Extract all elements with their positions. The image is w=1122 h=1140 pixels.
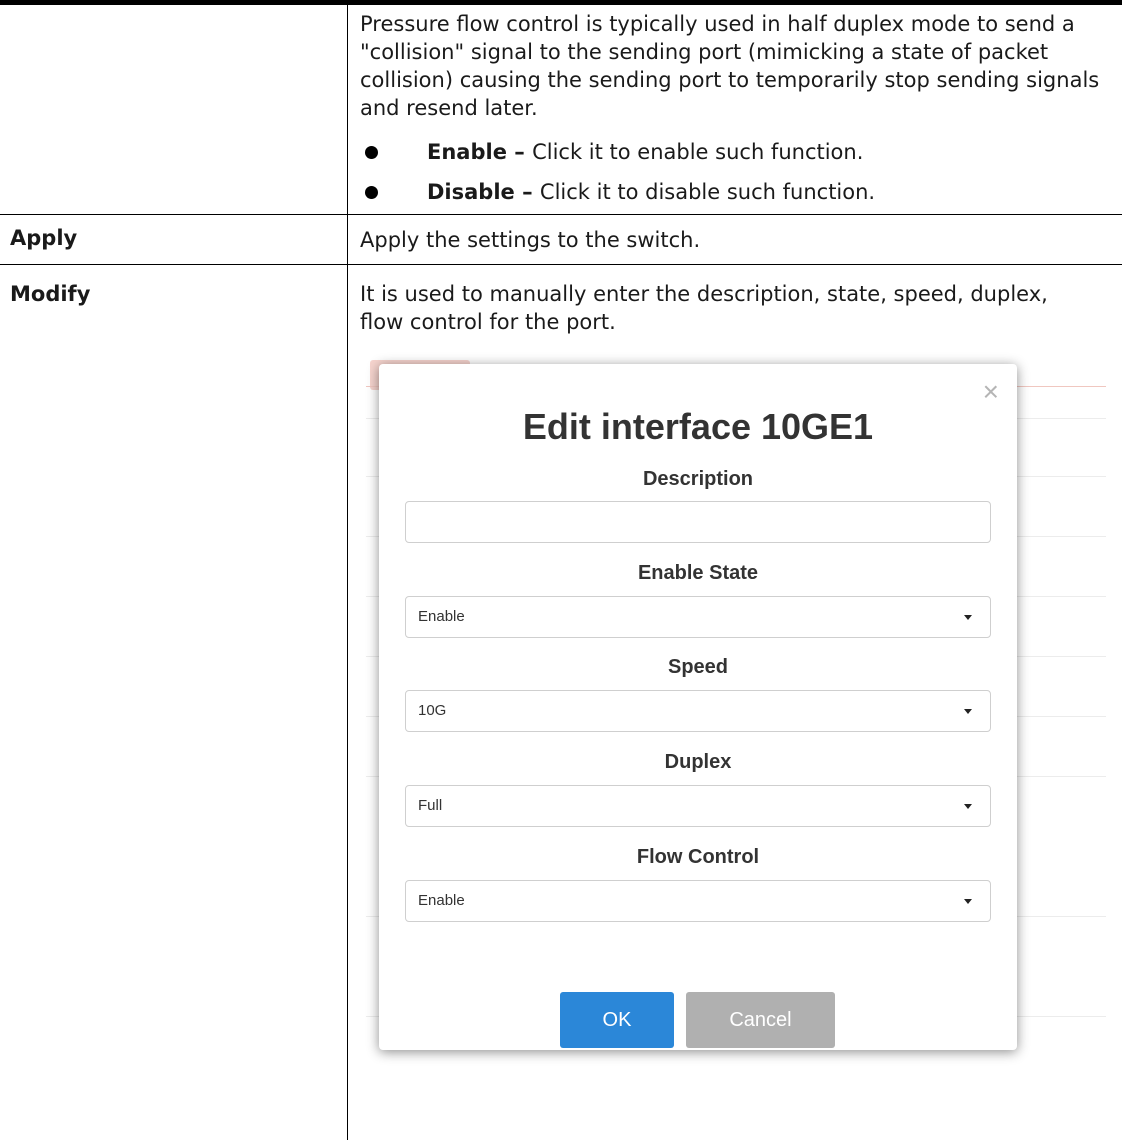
row-divider [0, 264, 1122, 265]
list-item: Disable – Click it to disable such funct… [360, 172, 875, 212]
duplex-value: Full [418, 797, 443, 814]
duplex-select[interactable]: Full [405, 785, 991, 827]
edit-interface-dialog: × Edit interface 10GE1 Description Enabl… [379, 364, 1017, 1050]
chevron-down-icon [964, 615, 972, 620]
option-list: Enable – Click it to enable such functio… [360, 132, 875, 212]
close-icon[interactable]: × [983, 378, 999, 406]
speed-select[interactable]: 10G [405, 690, 991, 732]
flow-control-value: Enable [418, 892, 465, 909]
apply-description: Apply the settings to the switch. [360, 228, 701, 252]
chevron-down-icon [964, 709, 972, 714]
chevron-down-icon [964, 899, 972, 904]
duplex-label: Duplex [664, 751, 732, 773]
flow-control-label: Flow Control [636, 846, 760, 868]
speed-value: 10G [418, 702, 447, 719]
speed-label: Speed [667, 656, 729, 678]
enable-state-select[interactable]: Enable [405, 596, 991, 638]
bullet-icon [365, 186, 378, 199]
cancel-button[interactable]: Cancel [686, 992, 835, 1048]
list-item: Enable – Click it to enable such functio… [360, 132, 875, 172]
option-separator: – [514, 180, 540, 204]
option-term: Disable [427, 180, 515, 204]
flow-control-select[interactable]: Enable [405, 880, 991, 922]
enable-state-value: Enable [418, 608, 465, 625]
pressure-description: Pressure flow control is typically used … [360, 12, 1100, 120]
row-divider [0, 214, 1122, 215]
option-text: Click it to disable such function. [539, 180, 876, 204]
ok-button[interactable]: OK [560, 992, 674, 1048]
option-term: Enable [427, 140, 507, 164]
modify-description: It is used to manually enter the descrip… [360, 282, 1048, 334]
description-label: Description [642, 468, 754, 490]
description-input[interactable] [405, 501, 991, 543]
table-column-divider [347, 0, 348, 1140]
option-text: Click it to enable such function. [532, 140, 864, 164]
option-separator: – [506, 140, 533, 164]
modify-label: Modify [10, 282, 91, 306]
enable-state-label: Enable State [637, 562, 759, 584]
dialog-title: Edit interface 10GE1 [522, 406, 874, 447]
chevron-down-icon [964, 804, 972, 809]
table-top-border [0, 0, 1122, 5]
bullet-icon [365, 146, 378, 159]
apply-label: Apply [10, 226, 78, 250]
